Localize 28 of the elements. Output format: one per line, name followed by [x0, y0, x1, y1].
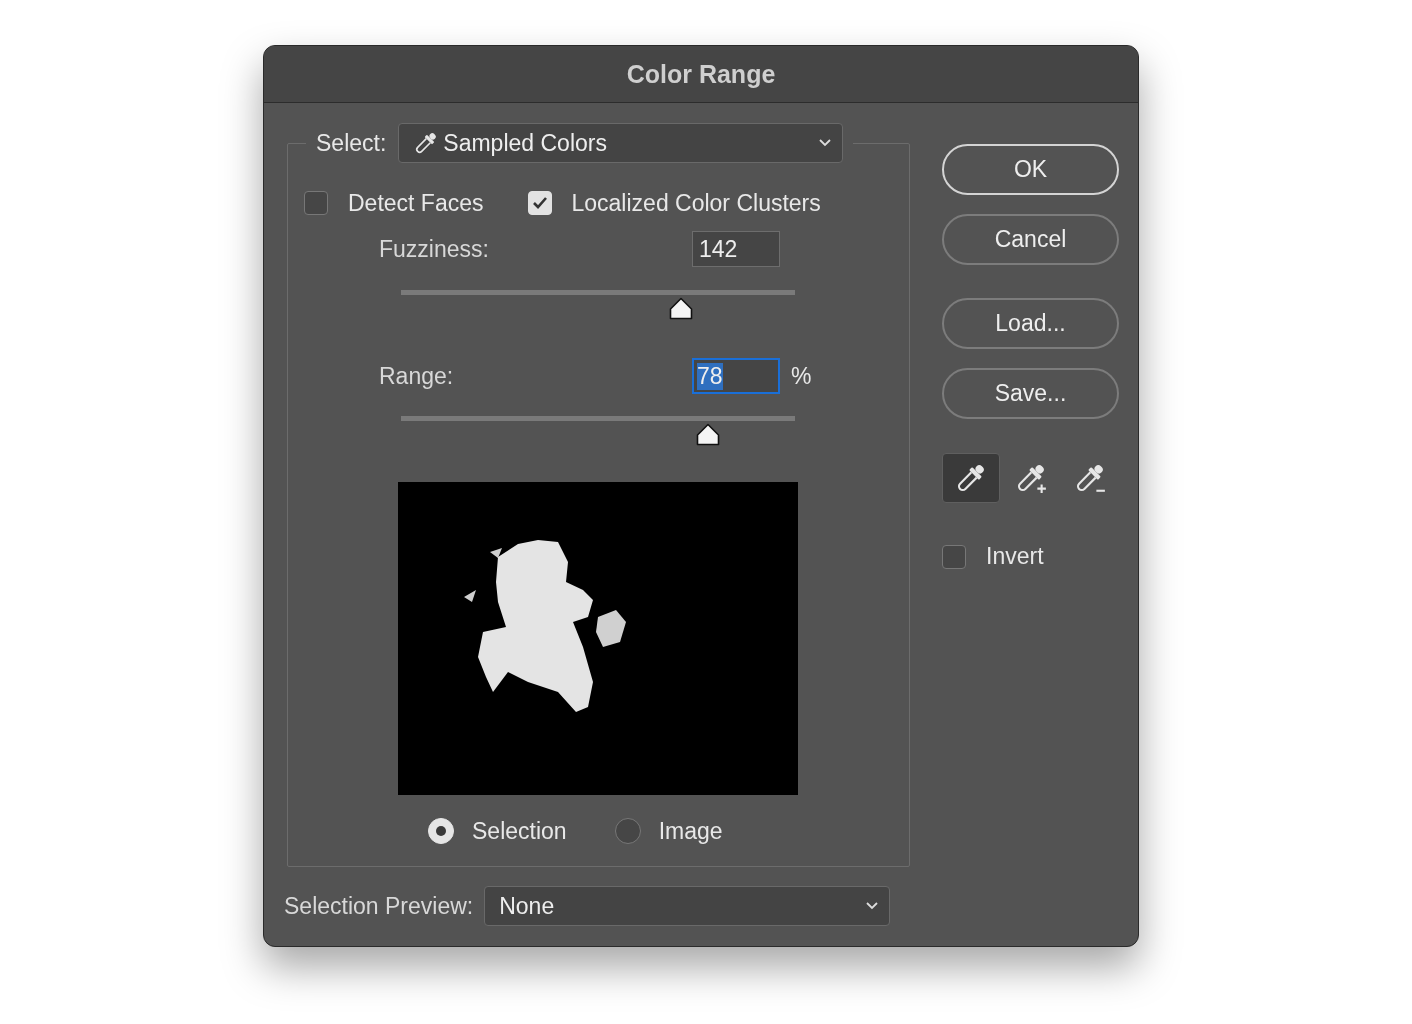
chevron-icon — [818, 138, 833, 148]
window-title: Color Range — [626, 59, 776, 89]
slider-thumb[interactable] — [696, 423, 721, 446]
checkbox[interactable] — [942, 544, 966, 569]
selection-preview-dropdown[interactable]: None — [484, 886, 891, 926]
radio-label: Selection — [472, 817, 567, 845]
checkbox-label: Detect Faces — [348, 189, 484, 217]
dialog-button[interactable]: Load... — [942, 298, 1119, 349]
dialog-button[interactable]: OK — [942, 144, 1119, 195]
dialog-button[interactable]: Cancel — [942, 214, 1119, 265]
range-label: Range: — [379, 362, 455, 390]
checkbox[interactable] — [304, 191, 328, 215]
fuzziness-label: Fuzziness: — [379, 235, 490, 263]
select-dropdown[interactable]: Sampled Colors — [398, 123, 844, 163]
select-label: Select: — [316, 129, 387, 157]
chevron-icon — [865, 901, 880, 911]
slider-thumb[interactable] — [668, 297, 693, 320]
checkmark-icon — [531, 196, 548, 210]
percent-unit: % — [791, 362, 812, 390]
range-input-field[interactable]: 78 — [692, 358, 780, 394]
dialog-button[interactable]: Save... — [942, 368, 1119, 419]
invert-label: Invert — [986, 543, 1044, 570]
radio-label: Image — [658, 817, 723, 845]
fuzziness-input-field[interactable]: 142 — [692, 231, 780, 267]
checkbox-label: Localized Color Clusters — [571, 189, 821, 217]
radio-button[interactable] — [614, 818, 641, 844]
selection-preview-label: Selection Preview: — [284, 892, 474, 920]
eyedropper-tool-button[interactable] — [942, 453, 1000, 503]
